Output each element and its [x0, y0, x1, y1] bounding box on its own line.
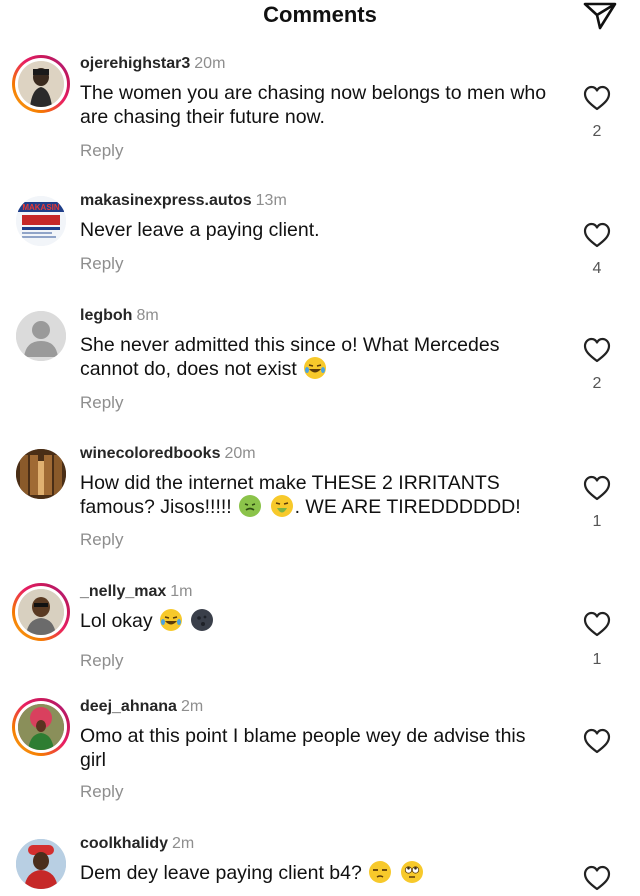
comment-text: Never leave a paying client. — [80, 219, 320, 241]
heart-outline-icon[interactable] — [583, 222, 611, 248]
comment-username[interactable]: deej_ahnana — [80, 698, 177, 715]
avatar-container[interactable]: MAKASIN — [12, 192, 70, 250]
comment-timestamp: 20m — [194, 55, 226, 72]
reply-button[interactable]: Reply — [80, 254, 123, 274]
like-count: 2 — [592, 375, 602, 392]
comment-username[interactable]: winecoloredbooks — [80, 445, 220, 462]
comment-timestamp: 13m — [255, 192, 287, 209]
comment-username[interactable]: _nelly_max — [80, 583, 166, 600]
comment-timestamp: 1m — [170, 583, 193, 600]
laughing-tears-emoji-icon — [160, 609, 183, 631]
comment-text-wrapper: She never admitted this since o! What Me… — [80, 333, 550, 381]
like-count: 2 — [592, 123, 602, 140]
avatar-container[interactable] — [12, 307, 70, 365]
like-count: 1 — [592, 651, 602, 668]
reply-button[interactable]: Reply — [80, 393, 123, 413]
like-count: 4 — [592, 260, 602, 277]
comment-text-wrapper: How did the internet make THESE 2 IRRITA… — [80, 471, 560, 519]
heart-outline-icon[interactable] — [583, 865, 611, 891]
avatar — [16, 449, 66, 499]
laughing-tears-emoji-icon — [304, 357, 327, 379]
comment-text: The women you are chasing now belongs to… — [80, 82, 547, 128]
comment-timestamp: 8m — [136, 307, 159, 324]
share-button[interactable] — [580, 0, 620, 32]
page-title: Comments — [263, 2, 377, 27]
avatar — [16, 839, 66, 889]
avatar-container[interactable] — [12, 835, 70, 893]
heart-outline-icon[interactable] — [583, 728, 611, 754]
comments-header: Comments — [0, 0, 640, 40]
comment-text: Omo at this point I blame people wey de … — [80, 725, 526, 771]
heart-outline-icon[interactable] — [583, 475, 611, 501]
rolling-eyes-emoji-icon — [400, 861, 423, 883]
comment-timestamp: 2m — [172, 835, 195, 852]
comment-text-end: . WE ARE TIREDDDDDD! — [294, 496, 521, 518]
heart-outline-icon[interactable] — [583, 85, 611, 111]
avatar — [18, 61, 64, 107]
comment-text: Lol okay — [80, 610, 153, 632]
send-icon — [583, 2, 617, 30]
like-count: 1 — [592, 513, 602, 530]
avatar-story-ring[interactable] — [12, 55, 70, 113]
avatar-container[interactable] — [12, 445, 70, 503]
comment-text-wrapper: Lol okay — [80, 609, 550, 633]
reply-button[interactable]: Reply — [80, 651, 123, 671]
comment-username[interactable]: coolkhalidy — [80, 835, 168, 852]
avatar-story-ring[interactable] — [12, 583, 70, 641]
comment-username[interactable]: makasinexpress.autos — [80, 192, 252, 209]
nauseated-face-emoji-icon — [239, 495, 262, 517]
comment-text-wrapper: Dem dey leave paying client b4? — [80, 861, 550, 885]
comment-username[interactable]: legboh — [80, 307, 132, 324]
avatar — [18, 589, 64, 635]
svg-text:MAKASIN: MAKASIN — [22, 203, 60, 212]
heart-outline-icon[interactable] — [583, 611, 611, 637]
vomiting-face-emoji-icon — [270, 495, 293, 517]
avatar: MAKASIN — [16, 196, 66, 246]
comment-timestamp: 2m — [180, 698, 204, 715]
reply-button[interactable]: Reply — [80, 530, 123, 550]
reply-button[interactable]: Reply — [80, 782, 123, 802]
comment-text: Dem dey leave paying client b4? — [80, 862, 362, 884]
new-moon-face-emoji-icon — [191, 609, 214, 631]
avatar-story-ring[interactable] — [12, 698, 70, 756]
comment-timestamp: 20m — [224, 445, 256, 462]
avatar — [18, 704, 64, 750]
comment-username[interactable]: ojerehighstar3 — [80, 55, 190, 72]
reply-button[interactable]: Reply — [80, 141, 123, 161]
unamused-face-emoji-icon — [369, 861, 392, 883]
avatar-placeholder-icon — [16, 311, 66, 361]
heart-outline-icon[interactable] — [583, 337, 611, 363]
comment-text: She never admitted this since o! What Me… — [80, 334, 500, 380]
